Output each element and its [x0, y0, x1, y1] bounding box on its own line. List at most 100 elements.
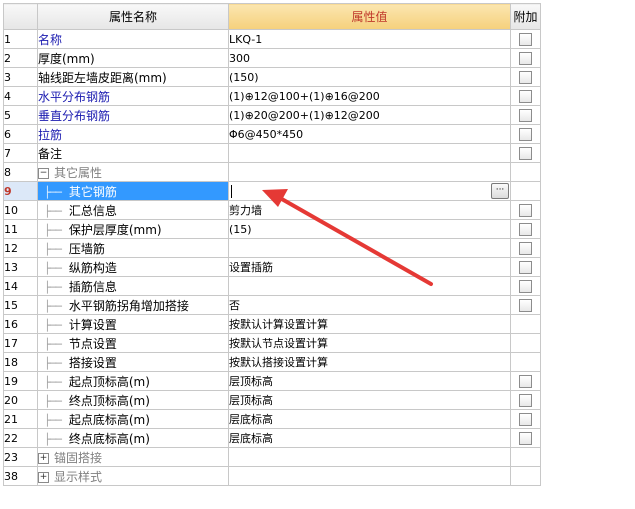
extra-cell[interactable]: [510, 124, 541, 144]
extra-cell[interactable]: [510, 219, 541, 239]
collapse-icon[interactable]: −: [38, 167, 49, 179]
extra-checkbox[interactable]: [519, 299, 532, 312]
property-value-cell[interactable]: (15): [228, 219, 511, 239]
extra-checkbox[interactable]: [519, 204, 532, 217]
extra-cell[interactable]: [510, 200, 541, 220]
extra-checkbox[interactable]: [519, 375, 532, 388]
table-row[interactable]: 8− 其它属性: [3, 162, 541, 182]
table-row[interactable]: 2 厚度(mm) 300: [3, 48, 541, 68]
property-value-cell[interactable]: 设置插筋: [228, 257, 511, 277]
extra-checkbox[interactable]: [519, 90, 532, 103]
extra-cell[interactable]: [510, 257, 541, 277]
header-extra[interactable]: 附加: [510, 3, 541, 30]
extra-checkbox[interactable]: [519, 413, 532, 426]
property-value-cell[interactable]: (1)⊕20@200+(1)⊕12@200: [228, 105, 511, 125]
property-name-cell[interactable]: ├── 计算设置: [37, 314, 229, 334]
property-name-cell[interactable]: ├── 其它钢筋: [37, 181, 229, 201]
extra-cell[interactable]: [510, 276, 541, 296]
extra-checkbox[interactable]: [519, 223, 532, 236]
property-name-cell[interactable]: 备注: [37, 143, 229, 163]
table-row[interactable]: 14 ├── 插筋信息: [3, 276, 541, 296]
property-name-cell[interactable]: − 其它属性: [37, 162, 229, 182]
extra-cell[interactable]: [510, 390, 541, 410]
property-name-cell[interactable]: 水平分布钢筋: [37, 86, 229, 106]
table-row[interactable]: 12 ├── 压墙筋: [3, 238, 541, 258]
table-row[interactable]: 3 轴线距左墙皮距离(mm) (150): [3, 67, 541, 87]
table-row[interactable]: 15 ├── 水平钢筋拐角增加搭接 否: [3, 295, 541, 315]
property-name-cell[interactable]: + 显示样式: [37, 466, 229, 486]
table-row[interactable]: 10 ├── 汇总信息 剪力墙: [3, 200, 541, 220]
extra-checkbox[interactable]: [519, 280, 532, 293]
extra-cell[interactable]: [510, 86, 541, 106]
extra-cell[interactable]: [510, 105, 541, 125]
property-name-cell[interactable]: ├── 终点顶标高(m): [37, 390, 229, 410]
expand-icon[interactable]: +: [38, 452, 49, 464]
property-name-cell[interactable]: ├── 插筋信息: [37, 276, 229, 296]
table-row[interactable]: 11 ├── 保护层厚度(mm) (15): [3, 219, 541, 239]
table-row[interactable]: 18 ├── 搭接设置 按默认搭接设置计算: [3, 352, 541, 372]
property-value-cell[interactable]: 按默认搭接设置计算: [228, 352, 511, 372]
table-row[interactable]: 6 拉筋 Φ6@450*450: [3, 124, 541, 144]
extra-checkbox[interactable]: [519, 147, 532, 160]
property-value-cell[interactable]: 剪力墙: [228, 200, 511, 220]
property-name-cell[interactable]: ├── 起点顶标高(m): [37, 371, 229, 391]
property-name-cell[interactable]: 名称: [37, 29, 229, 49]
table-row[interactable]: 22 ├── 终点底标高(m) 层底标高: [3, 428, 541, 448]
property-value-cell[interactable]: 层底标高: [228, 409, 511, 429]
property-name-cell[interactable]: ├── 水平钢筋拐角增加搭接: [37, 295, 229, 315]
property-name-cell[interactable]: ├── 保护层厚度(mm): [37, 219, 229, 239]
extra-checkbox[interactable]: [519, 71, 532, 84]
extra-cell[interactable]: [510, 67, 541, 87]
extra-checkbox[interactable]: [519, 261, 532, 274]
property-value-cell[interactable]: 否: [228, 295, 511, 315]
table-row[interactable]: 23 + 锚固搭接: [3, 447, 541, 467]
table-row[interactable]: 19 ├── 起点顶标高(m) 层顶标高: [3, 371, 541, 391]
extra-checkbox[interactable]: [519, 394, 532, 407]
extra-checkbox[interactable]: [519, 242, 532, 255]
property-value-cell[interactable]: 按默认计算设置计算: [228, 314, 511, 334]
extra-cell[interactable]: [510, 238, 541, 258]
ellipsis-button[interactable]: ···: [491, 183, 509, 199]
expand-icon[interactable]: +: [38, 471, 49, 483]
property-value-cell[interactable]: 按默认节点设置计算: [228, 333, 511, 353]
property-value-cell[interactable]: 层顶标高: [228, 371, 511, 391]
table-row[interactable]: 13 ├── 纵筋构造 设置插筋: [3, 257, 541, 277]
property-name-cell[interactable]: 轴线距左墙皮距离(mm): [37, 67, 229, 87]
property-value-cell[interactable]: 层底标高: [228, 428, 511, 448]
extra-cell[interactable]: [510, 48, 541, 68]
property-name-cell[interactable]: ├── 搭接设置: [37, 352, 229, 372]
table-row[interactable]: 38 + 显示样式: [3, 466, 541, 486]
extra-checkbox[interactable]: [519, 432, 532, 445]
extra-cell[interactable]: [510, 409, 541, 429]
property-value-cell[interactable]: Φ6@450*450: [228, 124, 511, 144]
extra-cell[interactable]: [510, 371, 541, 391]
property-value-cell[interactable]: (1)⊕12@100+(1)⊕16@200: [228, 86, 511, 106]
extra-checkbox[interactable]: [519, 109, 532, 122]
property-name-cell[interactable]: ├── 汇总信息: [37, 200, 229, 220]
table-row[interactable]: 4 水平分布钢筋 (1)⊕12@100+(1)⊕16@200: [3, 86, 541, 106]
table-row[interactable]: 21 ├── 起点底标高(m) 层底标高: [3, 409, 541, 429]
extra-cell[interactable]: [510, 29, 541, 49]
table-row[interactable]: 17 ├── 节点设置 按默认节点设置计算: [3, 333, 541, 353]
extra-cell[interactable]: [510, 295, 541, 315]
property-name-cell[interactable]: ├── 起点底标高(m): [37, 409, 229, 429]
extra-checkbox[interactable]: [519, 52, 532, 65]
property-name-cell[interactable]: ├── 纵筋构造: [37, 257, 229, 277]
property-value-cell[interactable]: 层顶标高: [228, 390, 511, 410]
extra-checkbox[interactable]: [519, 128, 532, 141]
property-value-cell[interactable]: [228, 143, 511, 163]
extra-cell[interactable]: [510, 428, 541, 448]
property-name-cell[interactable]: ├── 压墙筋: [37, 238, 229, 258]
property-value-cell[interactable]: [228, 238, 511, 258]
property-value-cell[interactable]: (150): [228, 67, 511, 87]
property-name-cell[interactable]: ├── 节点设置: [37, 333, 229, 353]
property-value-cell[interactable]: LKQ-1: [228, 29, 511, 49]
property-name-cell[interactable]: 厚度(mm): [37, 48, 229, 68]
table-row[interactable]: 20 ├── 终点顶标高(m) 层顶标高: [3, 390, 541, 410]
property-value-editor[interactable]: ···: [228, 181, 511, 201]
table-row[interactable]: 9 ├── 其它钢筋 ···: [3, 181, 541, 201]
table-row[interactable]: 5 垂直分布钢筋 (1)⊕20@200+(1)⊕12@200: [3, 105, 541, 125]
property-name-cell[interactable]: + 锚固搭接: [37, 447, 229, 467]
header-property-name[interactable]: 属性名称: [37, 3, 229, 30]
property-value-cell[interactable]: [228, 276, 511, 296]
